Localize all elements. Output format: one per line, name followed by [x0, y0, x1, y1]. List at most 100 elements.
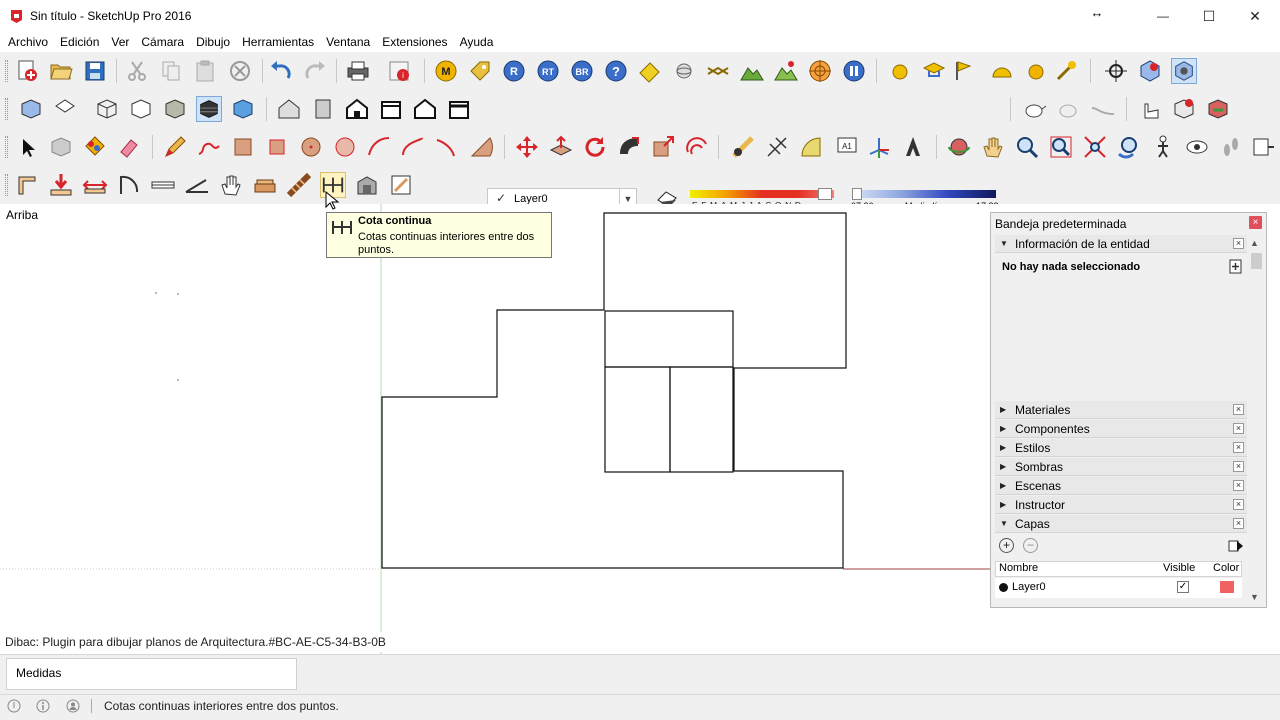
paint-bucket-icon[interactable]	[82, 134, 108, 160]
minimize-button[interactable]: —	[1140, 0, 1186, 32]
scroll-up-icon[interactable]: ▲	[1250, 238, 1259, 248]
shadow-month-slider[interactable]	[690, 190, 834, 198]
view-front-icon[interactable]	[344, 96, 370, 122]
orb-icon[interactable]	[1023, 58, 1049, 84]
dynamic-component-icon[interactable]	[1137, 58, 1163, 84]
pause-icon[interactable]	[841, 58, 867, 84]
dibac-stretch-icon[interactable]	[82, 172, 108, 198]
geolocation-icon[interactable]	[7, 699, 21, 713]
rectangle-icon[interactable]	[230, 134, 256, 160]
solid-tools-icon[interactable]	[1205, 96, 1231, 122]
terrain-icon[interactable]	[739, 58, 765, 84]
copy-icon[interactable]	[158, 58, 184, 84]
zoom-window-icon[interactable]	[1048, 134, 1074, 160]
scale-icon[interactable]	[650, 134, 676, 160]
add-layer-button[interactable]: +	[999, 538, 1014, 553]
menu-dibujo[interactable]: Dibujo	[190, 32, 236, 52]
room-lower-right[interactable]	[669, 366, 734, 473]
view-bottom-icon[interactable]	[446, 96, 472, 122]
open-folder-icon[interactable]	[48, 58, 74, 84]
yellow-sphere-icon[interactable]	[887, 58, 913, 84]
layer-row-name[interactable]: Layer0	[1012, 581, 1046, 593]
menu-camara[interactable]: Cámara	[135, 32, 190, 52]
dibac-extend-icon[interactable]	[48, 172, 74, 198]
sphere-icon[interactable]	[671, 58, 697, 84]
dome-icon[interactable]	[989, 58, 1015, 84]
axes-icon[interactable]	[866, 134, 892, 160]
move-icon[interactable]	[514, 134, 540, 160]
pipe-icon[interactable]	[1090, 96, 1116, 122]
model-info-icon[interactable]: i	[386, 58, 412, 84]
tray-scrollbar[interactable]	[1249, 236, 1264, 605]
select-arrow-icon[interactable]	[14, 134, 40, 160]
three-point-arc-icon[interactable]	[434, 134, 460, 160]
shadow-time-slider[interactable]	[852, 190, 996, 198]
view-right-icon[interactable]	[310, 96, 336, 122]
circle-icon[interactable]	[298, 134, 324, 160]
panel-close-button[interactable]: ×	[1233, 518, 1244, 529]
tape-measure-icon[interactable]	[730, 134, 756, 160]
footprints-icon[interactable]	[1218, 134, 1244, 160]
push-pull-icon[interactable]	[548, 134, 574, 160]
view-iso-house-icon[interactable]	[276, 96, 302, 122]
entity-details-icon[interactable]	[1229, 259, 1242, 274]
dibac-hand-icon[interactable]	[218, 172, 244, 198]
column-header-name[interactable]: Nombre	[999, 562, 1038, 574]
pencil-icon[interactable]	[162, 134, 188, 160]
scroll-down-icon[interactable]: ▼	[1250, 592, 1259, 602]
dibac-wall-elevation-icon[interactable]	[354, 172, 380, 198]
dibac-angle-icon[interactable]	[184, 172, 210, 198]
freehand-icon[interactable]	[196, 134, 222, 160]
menu-archivo[interactable]: Archivo	[2, 32, 54, 52]
close-button[interactable]: ✕	[1232, 0, 1278, 32]
dibac-window-icon[interactable]	[150, 172, 176, 198]
panel-close-button[interactable]: ×	[1233, 499, 1244, 510]
resize-arrows-icon[interactable]: ↔	[1080, 4, 1114, 20]
two-point-arc-icon[interactable]	[400, 134, 426, 160]
label-tool-icon[interactable]	[637, 58, 663, 84]
menu-edicion[interactable]: Edición	[54, 32, 105, 52]
menu-herramientas[interactable]: Herramientas	[236, 32, 320, 52]
magic-wand-icon[interactable]	[1053, 58, 1079, 84]
panel-entity-info[interactable]: ▼ Información de la entidad ×	[995, 235, 1247, 253]
look-around-icon[interactable]	[1184, 134, 1210, 160]
extension-br-icon[interactable]: BR	[569, 58, 595, 84]
rotated-rectangle-icon[interactable]	[264, 134, 290, 160]
3d-text-icon[interactable]	[900, 134, 926, 160]
section-plane-icon[interactable]	[1250, 134, 1276, 160]
offset-icon[interactable]	[684, 134, 710, 160]
eraser-icon[interactable]	[116, 134, 142, 160]
panel-close-button[interactable]: ×	[1233, 461, 1244, 472]
panel-materiales[interactable]: ▶ Materiales ×	[995, 401, 1247, 419]
extension-r-icon[interactable]: R	[501, 58, 527, 84]
layer-details-arrow-icon[interactable]	[1228, 538, 1244, 554]
extension-m-icon[interactable]: M	[433, 58, 459, 84]
credits-icon[interactable]	[36, 699, 50, 713]
text-tool-icon[interactable]: A1	[834, 134, 860, 160]
paste-icon[interactable]	[192, 58, 218, 84]
cube-red-icon[interactable]	[1171, 96, 1197, 122]
follow-me-icon[interactable]	[616, 134, 642, 160]
hand-pointer-icon[interactable]	[1137, 96, 1163, 122]
graduation-icon[interactable]	[921, 58, 947, 84]
zoom-icon[interactable]	[1014, 134, 1040, 160]
top-view-icon[interactable]	[52, 96, 78, 122]
panel-close-button[interactable]: ×	[1233, 423, 1244, 434]
scrollbar-thumb[interactable]	[1251, 253, 1262, 269]
dibac-edit-icon[interactable]	[388, 172, 414, 198]
dibac-door-icon[interactable]	[116, 172, 142, 198]
extension-rt-icon[interactable]: RT	[535, 58, 561, 84]
cut-icon[interactable]	[124, 58, 150, 84]
shaded-icon[interactable]	[162, 96, 188, 122]
layer-color-swatch[interactable]	[1220, 581, 1234, 593]
dimension-icon[interactable]	[764, 134, 790, 160]
previous-view-icon[interactable]	[1116, 134, 1142, 160]
toolbar-grip[interactable]	[5, 98, 8, 120]
save-icon[interactable]	[82, 58, 108, 84]
make-component-icon[interactable]	[48, 134, 74, 160]
protractor-icon[interactable]	[798, 134, 824, 160]
view-left-icon[interactable]	[378, 96, 404, 122]
maximize-button[interactable]: ☐	[1186, 0, 1232, 32]
position-camera-icon[interactable]	[1103, 58, 1129, 84]
terrain-edit-icon[interactable]	[773, 58, 799, 84]
